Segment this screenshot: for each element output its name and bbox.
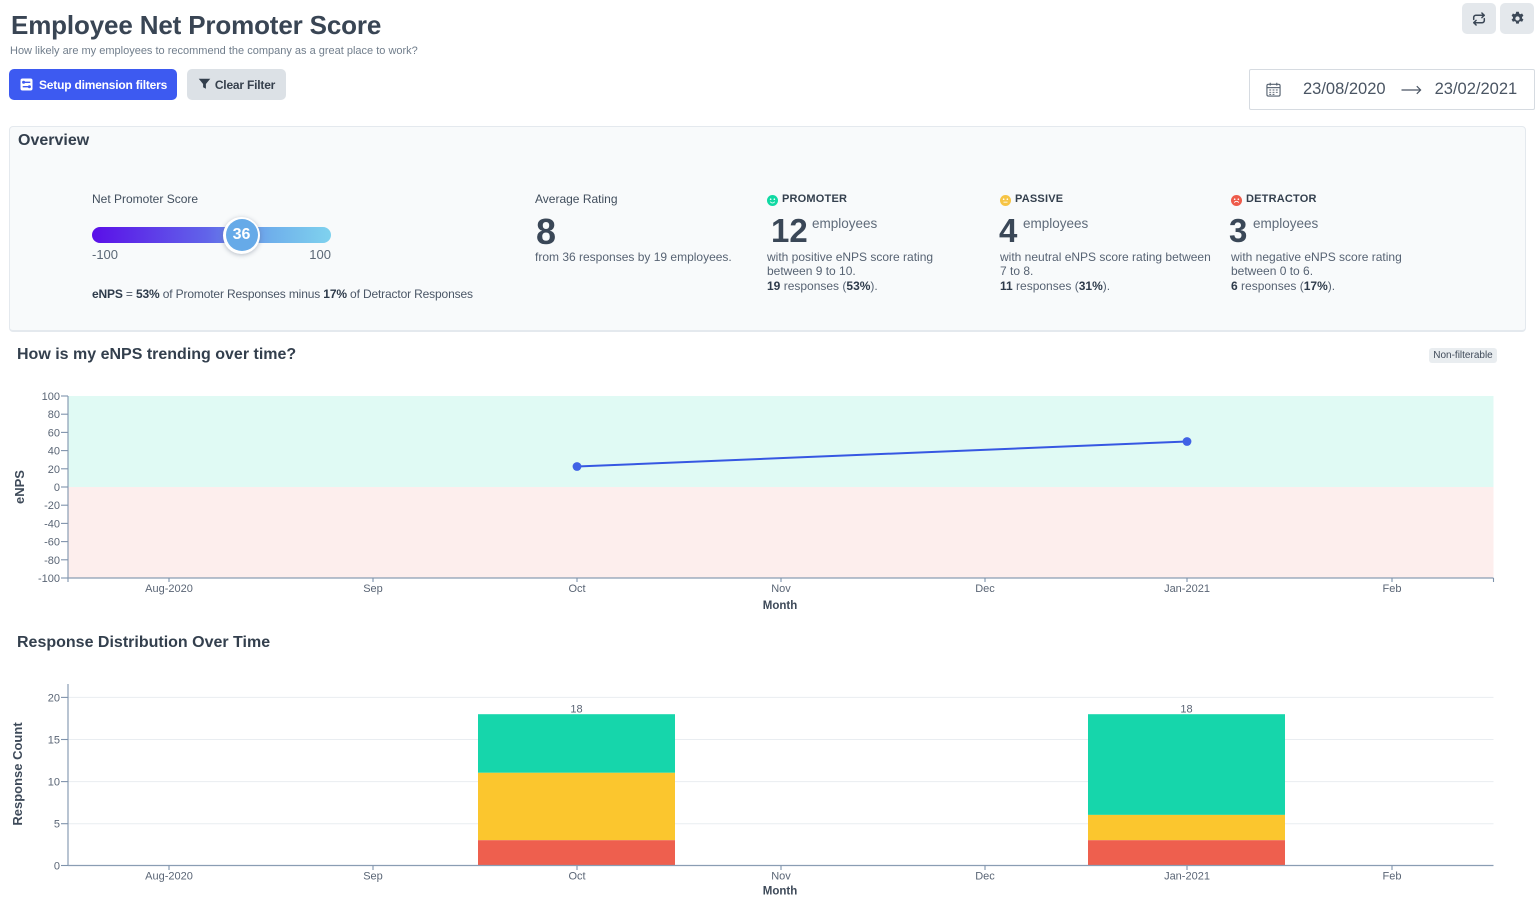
svg-text:-20: -20: [44, 500, 60, 512]
svg-text:Dec: Dec: [975, 583, 995, 595]
svg-text:5: 5: [54, 819, 60, 831]
svg-text:Nov: Nov: [771, 583, 791, 595]
svg-text:60: 60: [48, 427, 60, 439]
svg-text:40: 40: [48, 446, 60, 458]
svg-text:80: 80: [48, 409, 60, 421]
svg-text:15: 15: [48, 735, 60, 747]
svg-text:Nov: Nov: [771, 871, 791, 883]
svg-text:Oct: Oct: [568, 871, 585, 883]
svg-text:-100: -100: [38, 573, 60, 585]
svg-text:0: 0: [54, 482, 60, 494]
svg-text:Response Count: Response Count: [10, 722, 25, 826]
svg-text:Sep: Sep: [363, 871, 383, 883]
svg-text:Feb: Feb: [1383, 871, 1402, 883]
svg-text:100: 100: [42, 391, 60, 403]
svg-text:Jan-2021: Jan-2021: [1164, 583, 1210, 595]
svg-text:Dec: Dec: [975, 871, 995, 883]
svg-text:10: 10: [48, 777, 60, 789]
svg-text:20: 20: [48, 692, 60, 704]
svg-text:Month: Month: [763, 600, 797, 612]
svg-text:Sep: Sep: [363, 583, 383, 595]
svg-text:eNPS: eNPS: [12, 470, 27, 504]
svg-text:0: 0: [54, 861, 60, 873]
svg-text:-60: -60: [44, 537, 60, 549]
svg-text:-80: -80: [44, 555, 60, 567]
svg-text:Jan-2021: Jan-2021: [1164, 871, 1210, 883]
svg-text:18: 18: [570, 704, 582, 716]
svg-text:Feb: Feb: [1383, 583, 1402, 595]
svg-text:Aug-2020: Aug-2020: [145, 583, 193, 595]
svg-text:-40: -40: [44, 518, 60, 530]
svg-text:Oct: Oct: [568, 583, 585, 595]
svg-text:20: 20: [48, 464, 60, 476]
svg-text:Aug-2020: Aug-2020: [145, 871, 193, 883]
svg-text:Month: Month: [763, 886, 797, 898]
svg-text:18: 18: [1180, 704, 1192, 716]
